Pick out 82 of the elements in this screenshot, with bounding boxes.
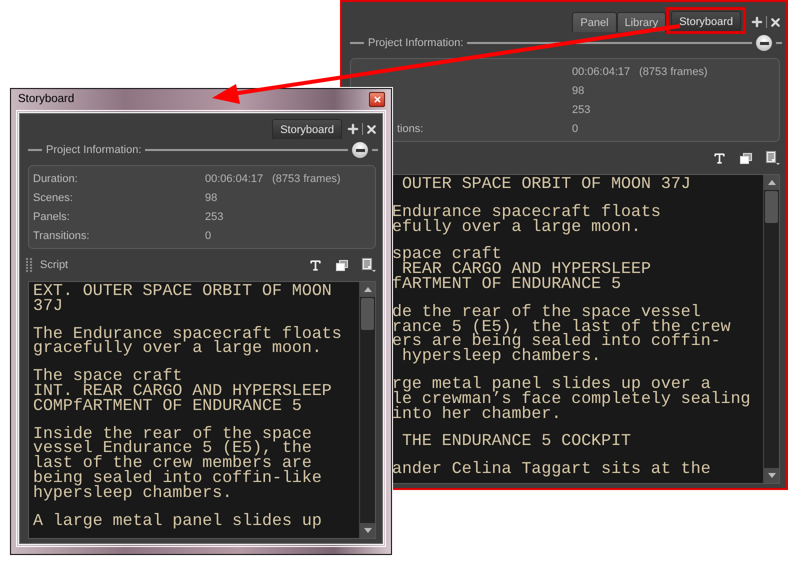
- scroll-thumb[interactable]: [361, 298, 374, 330]
- info-label: Panels:: [33, 210, 70, 222]
- info-value: 00:06:04:17: [572, 66, 630, 78]
- script-line: ers are being sealed into coffin-: [392, 334, 721, 350]
- close-button[interactable]: [369, 92, 385, 106]
- document-menu[interactable]: [362, 258, 376, 272]
- section-title: Project Information:: [368, 37, 464, 49]
- panel-tab[interactable]: Panel: [572, 12, 617, 32]
- script-line: into her chamber.: [392, 406, 562, 422]
- script-line: A large metal panel slides up: [33, 514, 323, 528]
- script-line: INT. REAR CARGO AND HYPERSLEEP: [33, 384, 333, 399]
- script-editor[interactable]: [28, 281, 376, 539]
- script-line: The Endurance spacecraft floats: [33, 326, 343, 342]
- panel-tab[interactable]: Storyboard: [272, 119, 342, 139]
- script-line: efully over a large moon.: [392, 220, 642, 234]
- info-label: Scenes:: [33, 192, 73, 204]
- scrollbar[interactable]: [359, 282, 375, 538]
- info-value: 98: [205, 192, 218, 204]
- add-icon[interactable]: [346, 122, 360, 136]
- script-line: being sealed into coffin-like: [33, 470, 323, 486]
- close-icon: [372, 94, 382, 104]
- script-line: last of the crew members are: [33, 456, 312, 471]
- info-value: 0: [572, 122, 578, 134]
- panel-tab[interactable]: Storyboard: [671, 11, 741, 31]
- document-menu[interactable]: [766, 150, 780, 166]
- script-line: REAR CARGO AND HYPERSLEEP: [402, 262, 652, 277]
- info-value: 0: [205, 230, 212, 242]
- window-title: Storyboard: [18, 93, 74, 105]
- script-line: THE ENDURANCE 5 COCKPIT: [400, 434, 632, 450]
- script-line: The space craft: [33, 369, 184, 384]
- info-value: 253: [572, 104, 590, 116]
- windows-icon: [740, 152, 752, 164]
- collapse-icon[interactable]: [756, 35, 772, 51]
- script-line: hypersleep chambers.: [400, 349, 602, 364]
- text-format-icon[interactable]: [309, 258, 322, 272]
- script-line: ander Celina Taggart sits at the: [392, 462, 712, 477]
- scroll-thumb[interactable]: [765, 191, 778, 223]
- scroll-up-button[interactable]: [360, 282, 375, 297]
- close-icon[interactable]: [769, 16, 782, 29]
- script-line: OUTER SPACE ORBIT OF MOON 37J: [400, 177, 692, 192]
- info-label: Transitions:: [33, 230, 90, 242]
- info-label: Duration:: [33, 172, 78, 184]
- document-menu-icon: [362, 258, 376, 272]
- window-toggle[interactable]: [740, 152, 752, 164]
- script-line: rge metal panel slides up over a: [392, 376, 711, 392]
- info-value: 253: [205, 210, 224, 222]
- document-menu-icon: [766, 150, 780, 166]
- grip-icon[interactable]: [26, 258, 32, 272]
- script-label: Script: [40, 259, 70, 271]
- script-line: space craft: [392, 247, 503, 262]
- scroll-down-button[interactable]: [764, 468, 779, 483]
- script-line: Inside the rear of the space: [33, 426, 313, 442]
- scroll-up-button[interactable]: [764, 175, 779, 190]
- script-line: Endurance spacecraft floats: [392, 204, 662, 220]
- up-arrow-icon: [768, 180, 776, 185]
- info-label: tions:: [397, 122, 424, 134]
- script-line: EXT. OUTER SPACE ORBIT OF MOON: [33, 284, 333, 299]
- script-line: rance 5 (E5), the last of the crew: [392, 320, 732, 334]
- text-format-icon[interactable]: [713, 152, 726, 164]
- script-line: COMPfARTMENT OF ENDURANCE 5: [33, 398, 303, 414]
- info-value: (8753 frames): [272, 172, 341, 184]
- info-value: (8753 frames): [639, 66, 708, 78]
- info-value: 00:06:04:17: [205, 172, 264, 184]
- script-line: hypersleep chambers.: [33, 486, 234, 501]
- script-line: fARTMENT OF ENDURANCE 5: [392, 276, 622, 292]
- section-title: Project Information:: [46, 144, 142, 156]
- script-line: gracefully over a large moon.: [33, 341, 322, 356]
- add-icon[interactable]: [750, 15, 764, 29]
- down-arrow-icon: [364, 528, 372, 533]
- up-arrow-icon: [364, 287, 372, 292]
- script-line: vessel Endurance 5 (E5), the: [33, 441, 313, 456]
- script-line: de the rear of the space vessel: [392, 304, 702, 320]
- script-line: le crewman’s face completely sealing: [392, 392, 752, 407]
- windows-icon: [336, 260, 348, 270]
- scrollbar[interactable]: [763, 175, 779, 483]
- info-value: 98: [572, 84, 584, 96]
- script-line: 37J: [33, 298, 64, 314]
- close-icon[interactable]: [365, 123, 378, 136]
- scroll-down-button[interactable]: [360, 523, 375, 538]
- window-toggle[interactable]: [336, 260, 348, 270]
- down-arrow-icon: [768, 473, 776, 478]
- collapse-icon[interactable]: [352, 142, 368, 158]
